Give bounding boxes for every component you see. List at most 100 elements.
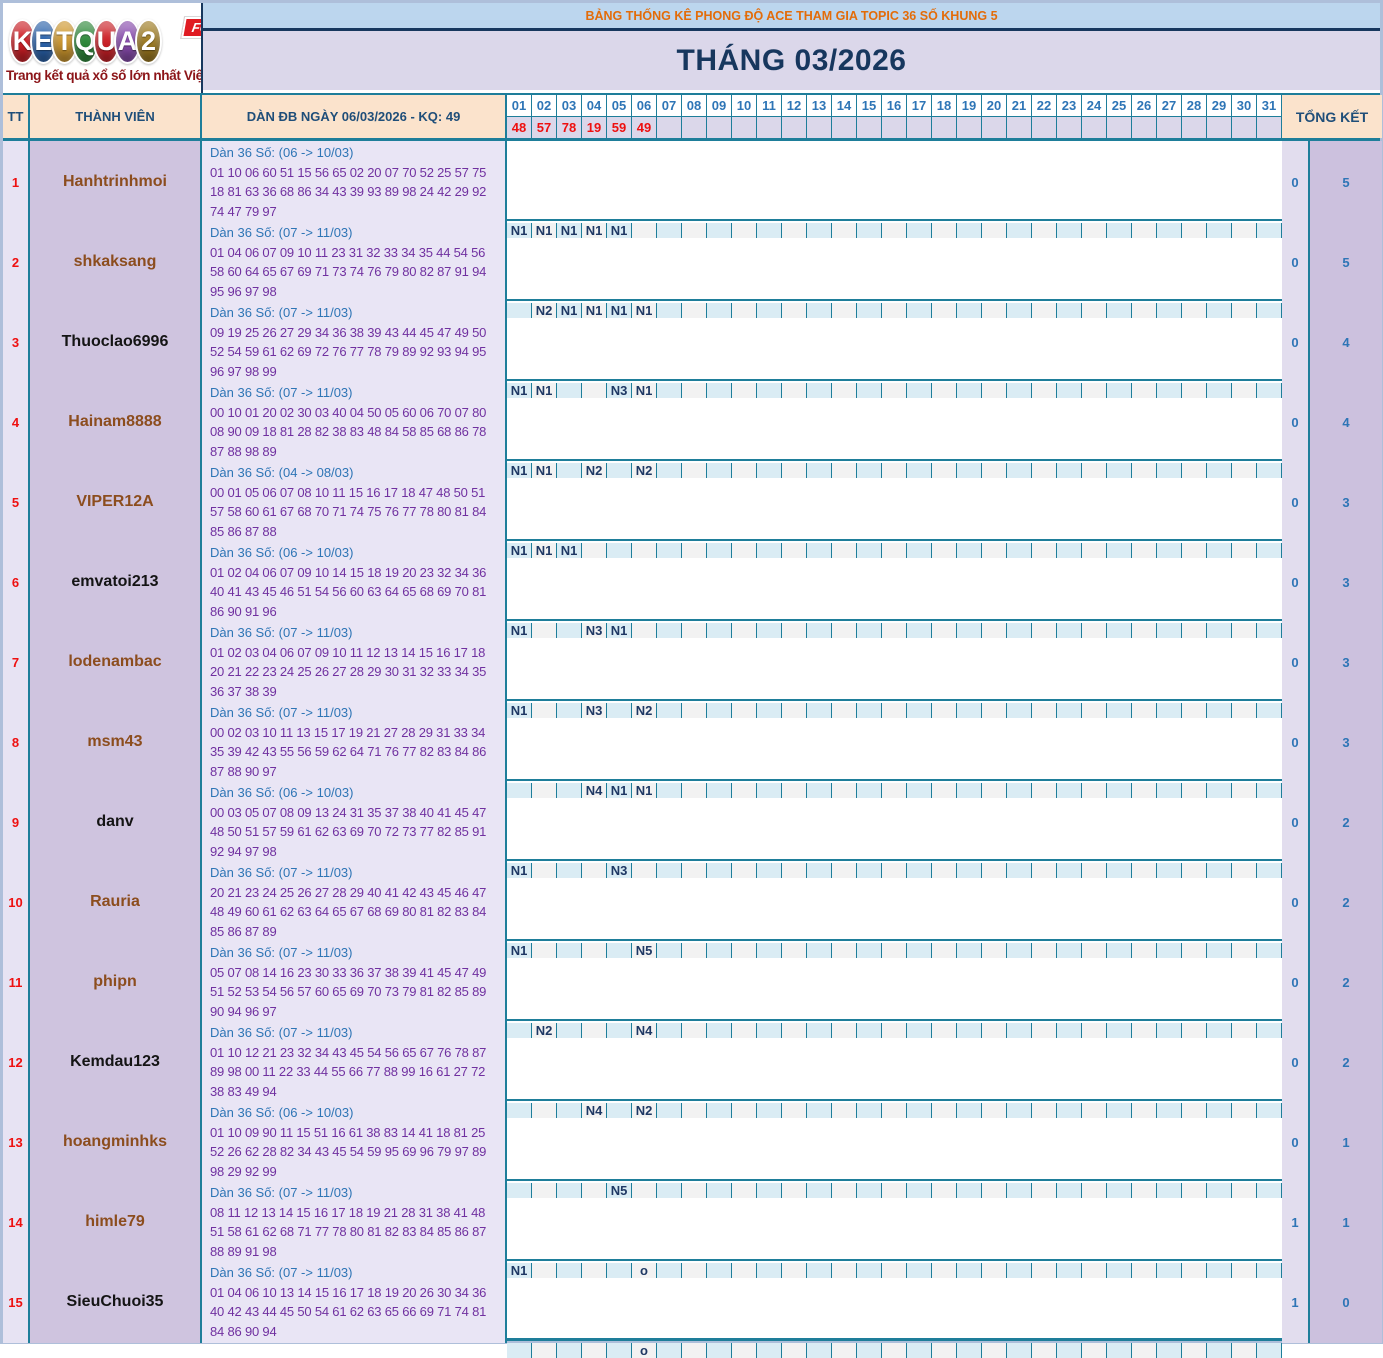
day-result-value xyxy=(1232,117,1257,138)
site-logo[interactable]: K E T Q U A 2 FORUM Trang kết quả xổ số lớn nhấ… xyxy=(3,3,203,93)
day-cell: N1 xyxy=(507,223,532,239)
day-cell xyxy=(1057,623,1082,639)
day-cell xyxy=(782,383,807,399)
day-cell xyxy=(832,943,857,959)
total-col-1: 0 xyxy=(1282,541,1310,624)
day-cell xyxy=(907,383,932,399)
member-name[interactable]: Rauria xyxy=(30,861,202,944)
day-cell xyxy=(707,1023,732,1039)
member-name[interactable]: shkaksang xyxy=(30,221,202,304)
day-cell xyxy=(1107,783,1132,799)
member-name[interactable]: Hanhtrinhmoi xyxy=(30,141,202,224)
day-cell xyxy=(757,543,782,559)
day-cell xyxy=(807,223,832,239)
day-cell xyxy=(957,383,982,399)
day-cell xyxy=(957,623,982,639)
day-cell xyxy=(882,1343,907,1358)
day-cell: N1 xyxy=(607,223,632,239)
day-cell xyxy=(707,463,732,479)
dan-cell: Dàn 36 Số: (07 -> 11/03) 20 21 23 24 25 … xyxy=(202,861,507,944)
day-cell xyxy=(907,543,932,559)
day-cell xyxy=(732,623,757,639)
header-tongket: TỔNG KẾT xyxy=(1282,95,1382,138)
day-result-value xyxy=(707,117,732,138)
day-cell xyxy=(1057,223,1082,239)
day-cell xyxy=(1182,1023,1207,1039)
day-cell: N1 xyxy=(507,863,532,879)
day-cell xyxy=(907,1103,932,1119)
member-name[interactable]: hoangminhks xyxy=(30,1101,202,1184)
day-cell xyxy=(1182,383,1207,399)
day-cell xyxy=(732,783,757,799)
day-cell xyxy=(557,943,582,959)
member-name[interactable]: emvatoi213 xyxy=(30,541,202,624)
day-cell xyxy=(1082,1343,1107,1358)
member-name[interactable]: phipn xyxy=(30,941,202,1024)
member-name[interactable]: SieuChuoi35 xyxy=(30,1261,202,1344)
day-cell: N2 xyxy=(582,463,607,479)
day-cell xyxy=(807,783,832,799)
total-col-2: 2 xyxy=(1310,781,1382,864)
day-result-value xyxy=(1107,117,1132,138)
day-cell: N2 xyxy=(532,1023,557,1039)
day-cell xyxy=(1082,463,1107,479)
day-cell xyxy=(732,543,757,559)
member-name[interactable]: msm43 xyxy=(30,701,202,784)
day-cell xyxy=(507,783,532,799)
dan-cell: Dàn 36 Số: (07 -> 11/03) 00 10 01 20 02 … xyxy=(202,381,507,464)
row-number: 3 xyxy=(3,301,30,384)
day-cell xyxy=(1107,1343,1132,1358)
row-number: 6 xyxy=(3,541,30,624)
day-cell xyxy=(982,703,1007,719)
day-cell xyxy=(1182,1263,1207,1279)
day-cell xyxy=(957,223,982,239)
day-cell xyxy=(1132,303,1157,319)
header-dan: DÀN ĐB NGÀY 06/03/2026 - KQ: 49 xyxy=(202,95,507,138)
day-cell xyxy=(1132,943,1157,959)
member-name[interactable]: lodenambac xyxy=(30,621,202,704)
day-cell xyxy=(1007,1023,1032,1039)
row-number: 15 xyxy=(3,1261,30,1344)
day-cell xyxy=(1007,1263,1032,1279)
day-cell: N1 xyxy=(532,383,557,399)
day-cell xyxy=(1032,623,1057,639)
dan-numbers: 01 10 12 21 23 32 34 43 45 54 56 65 67 7… xyxy=(210,1044,487,1099)
day-cell xyxy=(1207,863,1232,879)
row-number: 1 xyxy=(3,141,30,224)
day-cell xyxy=(1082,783,1107,799)
day-cell xyxy=(1157,1103,1182,1119)
day-cell xyxy=(682,1023,707,1039)
day-cell xyxy=(1032,863,1057,879)
member-name[interactable]: himle79 xyxy=(30,1181,202,1264)
dan-numbers: 00 10 01 20 02 30 03 40 04 50 05 60 06 7… xyxy=(210,404,487,459)
day-cell xyxy=(1182,863,1207,879)
dan-numbers: 00 01 05 06 07 08 10 11 15 16 17 18 47 4… xyxy=(210,484,487,539)
day-cell xyxy=(957,303,982,319)
total-col-2: 1 xyxy=(1310,1181,1382,1264)
day-cell xyxy=(807,303,832,319)
member-name[interactable]: Kemdau123 xyxy=(30,1021,202,1104)
top-right: BẢNG THỐNG KÊ PHONG ĐỘ ACE THAM GIA TOPI… xyxy=(203,3,1380,93)
member-name[interactable]: VIPER12A xyxy=(30,461,202,544)
day-col-header: 24 xyxy=(1082,95,1107,117)
day-cell xyxy=(782,1343,807,1358)
day-cell xyxy=(707,543,732,559)
total-col-2: 3 xyxy=(1310,701,1382,784)
day-cell xyxy=(807,943,832,959)
day-cell xyxy=(557,463,582,479)
dan-numbers: 00 02 03 10 11 13 15 17 19 21 27 28 29 3… xyxy=(210,724,487,779)
day-result-value xyxy=(932,117,957,138)
day-cell xyxy=(582,1023,607,1039)
day-cell xyxy=(1132,703,1157,719)
day-cell xyxy=(982,543,1007,559)
row-number: 7 xyxy=(3,621,30,704)
dan-cell: Dàn 36 Số: (07 -> 11/03) 00 02 03 10 11 … xyxy=(202,701,507,784)
member-name[interactable]: Thuoclao6996 xyxy=(30,301,202,384)
day-cell xyxy=(582,383,607,399)
day-result-value xyxy=(732,117,757,138)
member-name[interactable]: danv xyxy=(30,781,202,864)
day-cell xyxy=(1007,783,1032,799)
day-cell xyxy=(1257,703,1282,719)
member-name[interactable]: Hainam8888 xyxy=(30,381,202,464)
day-cell xyxy=(907,1263,932,1279)
